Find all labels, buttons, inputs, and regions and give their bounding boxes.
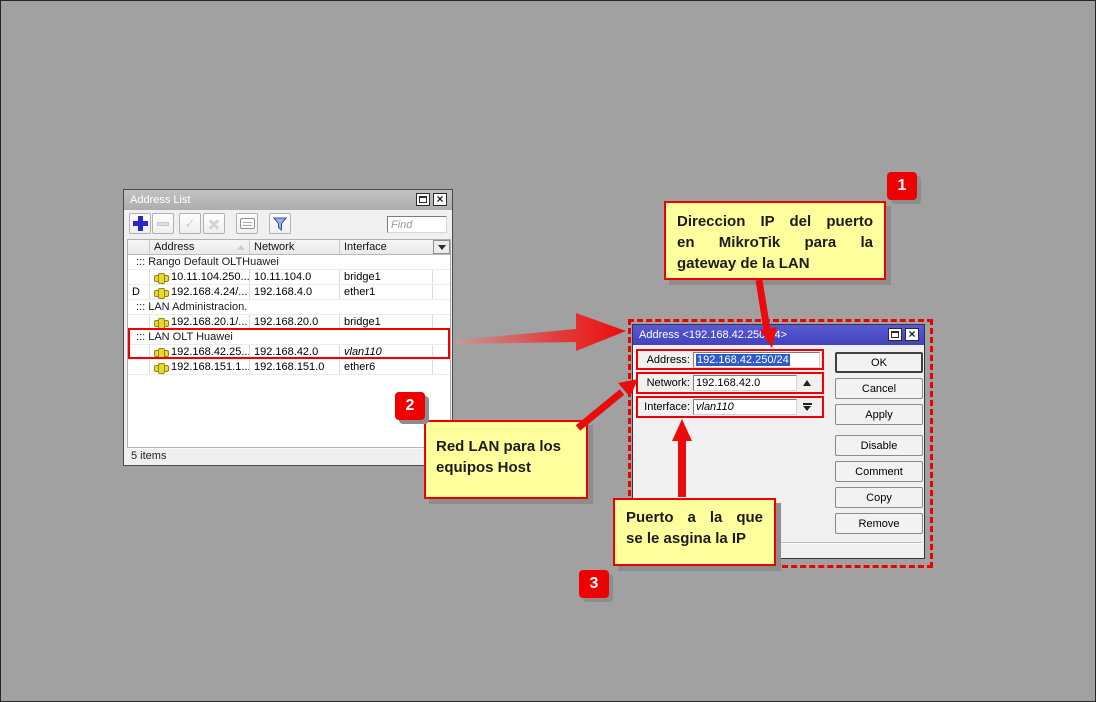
enable-button[interactable]: ✓ — [179, 213, 201, 234]
comment-row[interactable]: ::: LAN Administracion. — [128, 300, 450, 315]
address-icon — [154, 273, 167, 282]
callout-lan-note: Red LAN para los equipos Host — [424, 420, 588, 499]
table-header: Address Network Interface — [128, 240, 450, 255]
address-icon — [154, 363, 167, 372]
apply-button[interactable]: Apply — [835, 404, 923, 425]
status-bar: 5 items — [127, 447, 449, 463]
table-row-highlighted[interactable]: 192.168.42.25... 192.168.42.0 vlan110 — [128, 345, 450, 360]
network-input[interactable]: 192.168.42.0 — [693, 375, 797, 391]
maximize-icon — [419, 196, 427, 203]
check-icon: ✓ — [185, 216, 196, 232]
address-input[interactable]: 192.168.42.250/24 — [693, 352, 820, 368]
filter-button[interactable] — [269, 213, 291, 234]
maximize-button[interactable] — [888, 328, 902, 341]
selected-text: 192.168.42.250/24 — [696, 354, 790, 366]
interface-label: Interface: — [638, 401, 693, 413]
collapse-button[interactable] — [797, 375, 817, 391]
step-marker-2: 2 — [395, 392, 425, 420]
address-list-window: Address List × ✓ Address Network Interfa… — [123, 189, 453, 466]
step-marker-1: 1 — [887, 172, 917, 200]
disable-button[interactable] — [203, 213, 225, 234]
comment-row-highlighted[interactable]: ::: LAN OLT Huawei — [128, 330, 450, 345]
cancel-button[interactable]: Cancel — [835, 378, 923, 399]
close-button[interactable]: × — [905, 328, 919, 341]
interface-select[interactable]: vlan110 — [693, 399, 797, 415]
big-arrow-to-dialog — [456, 313, 626, 351]
address-icon — [154, 348, 167, 357]
step-marker-3: 3 — [579, 570, 609, 598]
comment-button[interactable]: Comment — [835, 461, 923, 482]
table-rows: ::: Rango Default OLTHuawei 10.11.104.25… — [128, 255, 450, 375]
table-row[interactable]: 192.168.151.1... 192.168.151.0 ether6 — [128, 360, 450, 375]
dialog-title: Address <192.168.42.250/24> — [639, 329, 787, 341]
callout-port-note: Puerto a la que se le asgina la IP — [613, 498, 776, 566]
close-icon: × — [436, 193, 443, 205]
dialog-titlebar[interactable]: Address <192.168.42.250/24> × — [633, 325, 924, 345]
comment-button[interactable] — [236, 213, 258, 234]
address-icon — [154, 318, 167, 327]
disable-button[interactable]: Disable — [835, 435, 923, 456]
close-button[interactable]: × — [433, 193, 447, 206]
item-count: 5 items — [131, 450, 166, 462]
chevron-up-icon — [803, 380, 811, 386]
address-field-group: Address: 192.168.42.250/24 — [636, 349, 824, 370]
network-field-group: Network: 192.168.42.0 — [636, 372, 824, 394]
column-menu-button[interactable] — [433, 240, 450, 254]
flag-column-header[interactable] — [128, 240, 150, 254]
window-title: Address List — [130, 194, 191, 206]
find-input[interactable] — [387, 216, 447, 233]
chevron-down-icon — [438, 245, 446, 250]
maximize-button[interactable] — [416, 193, 430, 206]
comment-row[interactable]: ::: Rango Default OLTHuawei — [128, 255, 450, 270]
dropdown-icon — [803, 403, 812, 411]
callout-gateway-note: Direccion IP del puerto en MikroTik para… — [664, 201, 886, 280]
maximize-icon — [891, 331, 899, 338]
address-column-header[interactable]: Address — [150, 240, 250, 254]
table-row[interactable]: 10.11.104.250... 10.11.104.0 bridge1 — [128, 270, 450, 285]
add-icon — [133, 216, 148, 231]
network-label: Network: — [638, 377, 693, 389]
ok-button[interactable]: OK — [835, 352, 923, 373]
add-button[interactable] — [129, 213, 151, 234]
copy-button[interactable]: Copy — [835, 487, 923, 508]
interface-field-group: Interface: vlan110 — [636, 396, 824, 418]
dropdown-button[interactable] — [797, 399, 817, 415]
desktop: Address List × ✓ Address Network Interfa… — [0, 0, 1096, 702]
address-list-titlebar[interactable]: Address List × — [124, 190, 452, 210]
interface-column-header[interactable]: Interface — [340, 240, 433, 254]
cross-icon — [208, 218, 220, 230]
remove-icon — [157, 222, 169, 226]
table-row[interactable]: D 192.168.4.24/... 192.168.4.0 ether1 — [128, 285, 450, 300]
comment-icon — [240, 218, 255, 229]
remove-button[interactable] — [152, 213, 174, 234]
filter-icon — [273, 217, 287, 231]
address-icon — [154, 288, 167, 297]
address-label: Address: — [638, 354, 693, 366]
remove-button[interactable]: Remove — [835, 513, 923, 534]
sort-indicator-icon — [237, 245, 245, 250]
network-column-header[interactable]: Network — [250, 240, 340, 254]
close-icon: × — [908, 328, 915, 340]
table-row[interactable]: 192.168.20.1/... 192.168.20.0 bridge1 — [128, 315, 450, 330]
